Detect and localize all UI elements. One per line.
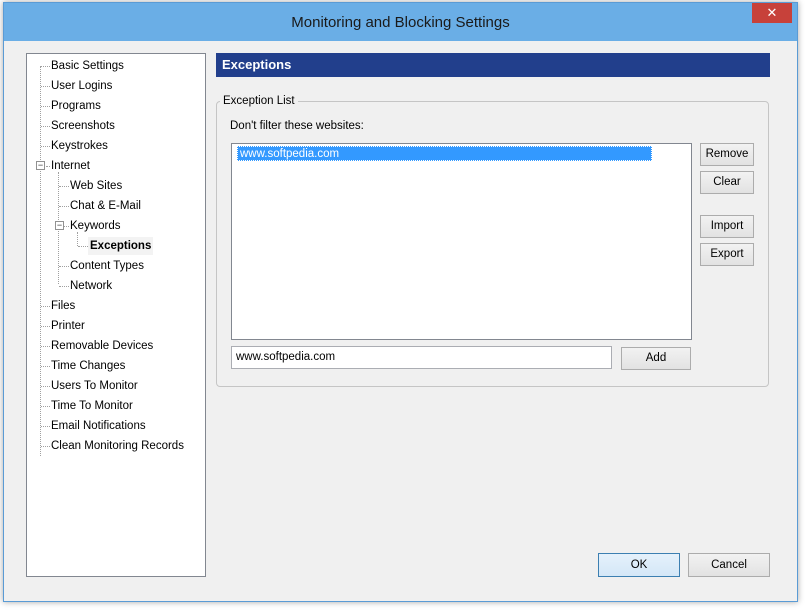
remove-button[interactable]: Remove	[700, 143, 754, 166]
list-item[interactable]: www.softpedia.com	[237, 146, 652, 161]
settings-window: Monitoring and Blocking Settings ✕ − − B…	[3, 2, 798, 602]
clear-button[interactable]: Clear	[700, 171, 754, 194]
tree-item-internet[interactable]: Internet	[51, 157, 90, 175]
tree-item-keystrokes[interactable]: Keystrokes	[51, 137, 108, 155]
tree-branch	[41, 366, 50, 367]
tree-root-line	[40, 66, 41, 456]
tree-item-programs[interactable]: Programs	[51, 97, 101, 115]
tree-item-network[interactable]: Network	[70, 277, 112, 295]
export-button[interactable]: Export	[700, 243, 754, 266]
tree-item-content-types[interactable]: Content Types	[70, 257, 144, 275]
tree-branch	[59, 266, 69, 267]
tree-item-time-changes[interactable]: Time Changes	[51, 357, 125, 375]
tree-branch	[41, 126, 50, 127]
tree-branch	[41, 326, 50, 327]
tree-branch	[41, 446, 50, 447]
group-label: Exception List	[220, 95, 298, 107]
tree-item-time-to-monitor[interactable]: Time To Monitor	[51, 397, 133, 415]
tree-item-clean-monitoring-records[interactable]: Clean Monitoring Records	[51, 437, 184, 455]
tree-item-removable-devices[interactable]: Removable Devices	[51, 337, 153, 355]
tree-item-keywords[interactable]: Keywords	[70, 217, 121, 235]
tree-branch	[41, 386, 50, 387]
tree-branch	[78, 246, 88, 247]
tree-item-chat-email[interactable]: Chat & E-Mail	[70, 197, 141, 215]
tree-item-email-notifications[interactable]: Email Notifications	[51, 417, 146, 435]
tree-item-screenshots[interactable]: Screenshots	[51, 117, 115, 135]
tree-branch	[64, 226, 69, 227]
tree-branch	[59, 206, 69, 207]
tree-branch	[41, 426, 50, 427]
tree-branch	[41, 346, 50, 347]
tree-item-web-sites[interactable]: Web Sites	[70, 177, 122, 195]
tree-branch	[41, 106, 50, 107]
internet-expander-icon[interactable]: −	[36, 161, 45, 170]
tree-branch	[59, 186, 69, 187]
tree-branch	[41, 146, 50, 147]
settings-tree[interactable]: − − Basic Settings User Logins Programs …	[26, 53, 206, 577]
window-title: Monitoring and Blocking Settings	[291, 14, 510, 31]
add-button[interactable]: Add	[621, 347, 691, 370]
description-label: Don't filter these websites:	[230, 120, 364, 132]
tree-branch	[59, 286, 69, 287]
keywords-expander-icon[interactable]: −	[55, 221, 64, 230]
section-header: Exceptions	[216, 53, 770, 77]
title-bar[interactable]: Monitoring and Blocking Settings ✕	[4, 3, 797, 41]
website-list[interactable]: www.softpedia.com	[231, 143, 692, 340]
tree-branch	[41, 66, 50, 67]
ok-button[interactable]: OK	[598, 553, 680, 577]
tree-item-users-to-monitor[interactable]: Users To Monitor	[51, 377, 138, 395]
dialog-body: − − Basic Settings User Logins Programs …	[12, 41, 789, 593]
tree-item-basic-settings[interactable]: Basic Settings	[51, 57, 124, 75]
tree-branch	[41, 406, 50, 407]
tree-item-user-logins[interactable]: User Logins	[51, 77, 112, 95]
tree-item-exceptions[interactable]: Exceptions	[88, 237, 154, 255]
close-button[interactable]: ✕	[752, 3, 792, 23]
tree-branch	[41, 86, 50, 87]
website-input[interactable]: www.softpedia.com	[231, 346, 612, 369]
cancel-button[interactable]: Cancel	[688, 553, 770, 577]
tree-branch	[46, 166, 50, 167]
tree-branch	[41, 306, 50, 307]
tree-item-printer[interactable]: Printer	[51, 317, 85, 335]
tree-item-files[interactable]: Files	[51, 297, 75, 315]
import-button[interactable]: Import	[700, 215, 754, 238]
